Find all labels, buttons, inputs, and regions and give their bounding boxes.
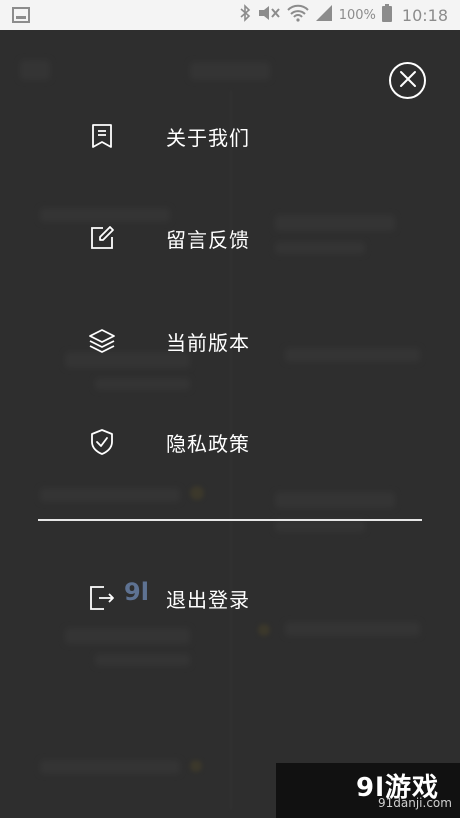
menu-item-feedback[interactable]: 留言反馈 xyxy=(0,208,460,268)
about-icon xyxy=(88,122,116,150)
watermark-url: 91danji.com xyxy=(378,796,452,810)
menu-item-feedback-label: 留言反馈 xyxy=(166,227,250,252)
menu-item-logout[interactable]: 退出登录 xyxy=(0,568,460,628)
feedback-icon xyxy=(88,224,116,252)
mute-icon xyxy=(257,5,281,25)
layers-icon xyxy=(88,327,116,355)
logout-icon xyxy=(88,584,116,612)
wifi-icon xyxy=(287,4,309,26)
signal-icon xyxy=(315,4,333,26)
image-icon xyxy=(12,7,30,27)
menu-item-about[interactable]: 关于我们 xyxy=(0,106,460,166)
shield-check-icon xyxy=(88,428,116,456)
status-icons: 100% 10:18 xyxy=(239,0,448,30)
close-icon xyxy=(399,70,417,92)
menu-item-privacy-label: 隐私政策 xyxy=(166,431,250,456)
close-button[interactable] xyxy=(389,62,426,99)
bluetooth-icon xyxy=(239,4,251,26)
menu-item-privacy[interactable]: 隐私政策 xyxy=(0,412,460,472)
menu-item-logout-label: 退出登录 xyxy=(166,587,250,612)
watermark-inline-logo: 9l xyxy=(124,578,149,606)
menu-item-version[interactable]: 当前版本 xyxy=(0,311,460,371)
menu-item-version-label: 当前版本 xyxy=(166,330,250,355)
battery-icon xyxy=(381,4,392,26)
clock: 10:18 xyxy=(401,5,448,25)
watermark-badge: 9l游戏 91danji.com xyxy=(276,763,460,818)
menu-divider xyxy=(38,519,422,521)
status-bar: 100% 10:18 xyxy=(0,0,460,30)
menu-item-about-label: 关于我们 xyxy=(166,125,250,150)
battery-percent: 100% xyxy=(338,7,376,23)
